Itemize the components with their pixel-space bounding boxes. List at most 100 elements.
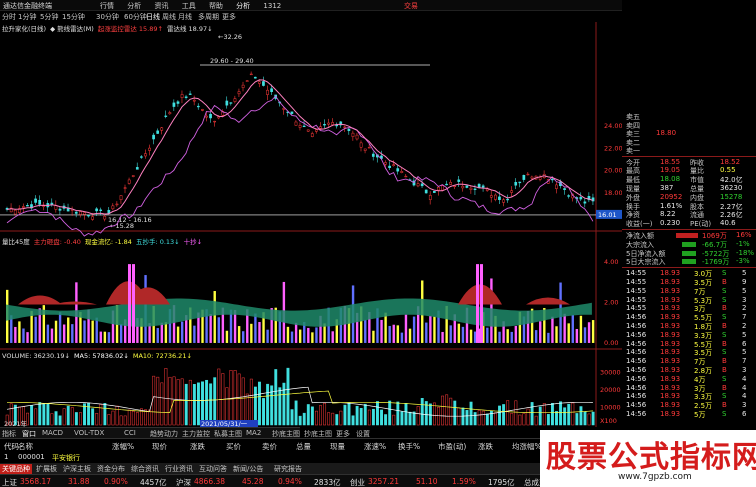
indicator-bar (67, 317, 70, 343)
volume-bar (184, 383, 188, 426)
candle-body (13, 209, 17, 215)
indicator-bar (160, 322, 164, 343)
market-tab[interactable]: 资金分布 (95, 464, 127, 474)
candle-body (266, 89, 269, 95)
tick-time: 14:56 (626, 339, 647, 348)
market-tab[interactable]: 互动问答 (197, 464, 229, 474)
candle-body (233, 98, 237, 102)
status-value: 上证 (2, 478, 17, 487)
period-tab[interactable]: 日线 (146, 12, 160, 22)
market-tab[interactable]: 行业资讯 (163, 464, 195, 474)
header-value: 量比45度 (2, 238, 30, 246)
quote-value: 40.6 (720, 219, 736, 228)
tick-count: 5 (742, 348, 747, 357)
indicator-bar (286, 326, 290, 343)
market-tab[interactable]: 综合资讯 (129, 464, 161, 474)
status-value: 沪深 (176, 478, 191, 487)
header-value: 主力砸盘: -0.40 (33, 238, 81, 246)
period-tab[interactable]: 30分钟 (96, 12, 119, 22)
indicator-bar (254, 313, 257, 343)
volume-bar (518, 414, 522, 426)
tick-count: 2 (742, 304, 747, 313)
market-tab[interactable]: 研究报告 (272, 464, 304, 474)
indicator-bar (449, 325, 452, 343)
candle-body (518, 181, 522, 184)
candle-body (282, 108, 286, 110)
candle-body (416, 183, 420, 187)
kline-chart-area[interactable]: 24.0022.0020.0018.0016.0016.01←32.2629.6… (0, 22, 622, 427)
volume-bar (30, 405, 34, 426)
volume-bar (396, 401, 400, 426)
candle-body (99, 209, 103, 211)
volume-tick-label: 20000 (600, 386, 621, 394)
volume-bar (526, 408, 530, 426)
volume-bar (156, 376, 160, 426)
indicator-bar (575, 328, 579, 343)
candle-body (42, 205, 46, 207)
quote-list-row[interactable]: 1 000001 平安银行 (0, 451, 540, 463)
market-tab[interactable]: 扩展板 (34, 464, 59, 474)
volume-bar (58, 415, 62, 426)
candle-body (506, 198, 509, 201)
volume-bar (302, 412, 306, 426)
period-tab[interactable]: 多周期 (198, 12, 219, 22)
indicator-bar (233, 310, 237, 343)
candle-body (583, 201, 587, 204)
market-tab[interactable]: 新闻/公告 (231, 464, 265, 474)
quote-row: 收益(一) 0.230 PE(动) 40.6 (622, 219, 756, 228)
menu-item[interactable]: 行情 (100, 2, 114, 10)
candle-body (213, 120, 216, 123)
quote-value: 0.230 (660, 219, 681, 228)
period-tab[interactable]: 更多 (222, 12, 236, 22)
period-tab[interactable]: 周线 (162, 12, 176, 22)
candle-body (180, 94, 184, 98)
indicator-tab[interactable]: MACD (42, 429, 63, 437)
volume-bar (66, 405, 70, 426)
candle-body (420, 183, 424, 187)
volume-bar (563, 407, 567, 426)
menu-item[interactable]: 工具 (182, 2, 196, 10)
period-tab[interactable]: 月线 (178, 12, 192, 22)
year-label: 2021年 (4, 419, 28, 427)
indicator-tab[interactable]: VOL-TDX (74, 429, 104, 437)
volume-bar (217, 368, 221, 426)
candle-body (510, 190, 514, 193)
period-tab[interactable]: 分时 (2, 12, 16, 22)
period-tab[interactable]: 5分钟 (40, 12, 58, 22)
tick-count: 6 (742, 339, 747, 348)
indicator-tab[interactable]: MA2 (246, 429, 261, 437)
volume-bar (420, 398, 424, 426)
indicator-tab[interactable]: CCI (124, 429, 136, 437)
period-tab[interactable]: 60分钟 (124, 12, 147, 22)
tick-price: 18.93 (660, 383, 681, 392)
trade-button[interactable]: 交易 (404, 1, 418, 11)
menu-item[interactable]: 帮助 (209, 2, 223, 10)
indicator-bar (461, 326, 465, 343)
market-tab[interactable]: 沪深主板 (61, 464, 93, 474)
candle-body (388, 165, 391, 168)
indicator-bar (567, 323, 570, 343)
candle-body (327, 122, 330, 125)
menu-item[interactable]: 分析 (127, 2, 141, 10)
range-annotation: 29.60 - 29.40 (210, 57, 254, 65)
menu-item[interactable]: 资讯 (154, 2, 168, 10)
volume-bar (323, 402, 327, 426)
volume-bar (428, 403, 432, 426)
market-tab[interactable]: 关键品种 (0, 464, 32, 474)
watermark-title: 股票公式指标网 (546, 440, 756, 475)
indicator-bar (209, 313, 212, 343)
period-tab[interactable]: 1分钟 (18, 12, 36, 22)
tick-time: 14:55 (626, 304, 647, 313)
date-cursor-label: 2021/05/31/一 (201, 420, 248, 427)
tick-count: 7 (742, 313, 747, 322)
volume-bar (469, 401, 473, 426)
volume-bar (306, 404, 310, 426)
active-tab-label[interactable]: 分析 (236, 2, 250, 10)
tick-direction: S (722, 313, 727, 322)
candle-body (229, 102, 233, 104)
volume-bar (258, 381, 261, 426)
quote-panel: 卖五 卖四 卖三 18.80 卖二 卖一 今开 18.55 昨收 18.52 最高 19.05 量比 0.… (622, 0, 756, 427)
quote-label: 收益(一) (626, 220, 653, 229)
period-tab[interactable]: 15分钟 (62, 12, 85, 22)
candle-body (473, 188, 477, 190)
